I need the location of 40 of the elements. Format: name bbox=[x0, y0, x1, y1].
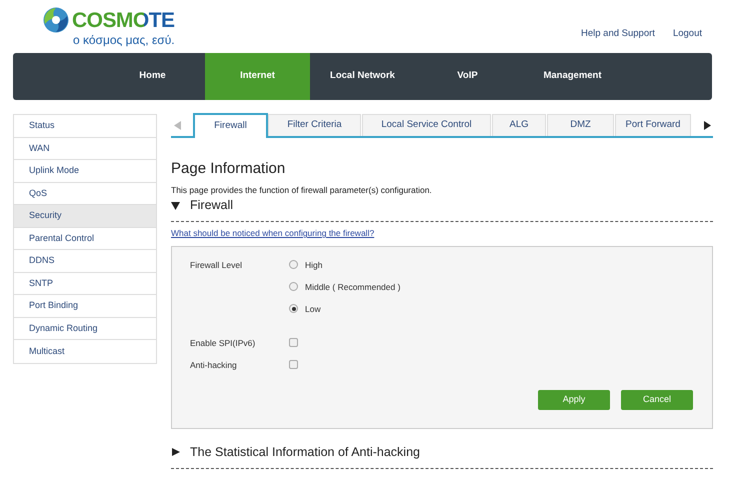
sidebar-item[interactable]: Dynamic Routing bbox=[14, 318, 156, 340]
nav-tab[interactable]: Management bbox=[520, 53, 625, 100]
sidebar-item[interactable]: WAN bbox=[14, 138, 156, 160]
tab[interactable]: Filter Criteria bbox=[268, 114, 361, 136]
radio-label: Middle ( Recommended ) bbox=[305, 280, 400, 293]
sidebar-item[interactable]: Parental Control bbox=[14, 228, 156, 250]
field-label: Enable SPI(IPv6) bbox=[190, 336, 256, 349]
tab[interactable]: DMZ bbox=[547, 114, 614, 136]
tab-next-icon[interactable] bbox=[704, 120, 711, 130]
header-link[interactable]: Logout bbox=[672, 27, 702, 42]
tab[interactable]: Port Forward bbox=[615, 114, 691, 136]
checkbox[interactable] bbox=[289, 360, 298, 370]
field-label: Anti-hacking bbox=[190, 358, 238, 371]
collapse-caret-icon[interactable] bbox=[171, 202, 180, 210]
tab[interactable]: ALG bbox=[492, 114, 546, 136]
page-title: Page Information bbox=[171, 159, 286, 179]
radio-button[interactable] bbox=[289, 304, 298, 314]
radio-button[interactable] bbox=[289, 282, 298, 292]
tab[interactable]: Firewall bbox=[193, 113, 268, 138]
radio-button[interactable] bbox=[289, 260, 298, 270]
sidebar-item[interactable]: Security bbox=[14, 205, 156, 228]
section-title: Firewall bbox=[190, 197, 234, 214]
sidebar-item[interactable]: QoS bbox=[14, 182, 156, 205]
expand-caret-icon[interactable] bbox=[171, 448, 180, 456]
field-label: Firewall Level bbox=[190, 258, 243, 272]
section-title: The Statistical Information of Anti-hacking bbox=[190, 444, 420, 461]
checkbox[interactable] bbox=[289, 338, 298, 348]
logo-text: COSMOTE bbox=[72, 10, 174, 30]
help-link[interactable]: What should be noticed when configuring the firewall? bbox=[171, 227, 374, 240]
nav-tab[interactable]: Local Network bbox=[310, 53, 415, 100]
radio-label: Low bbox=[305, 302, 321, 315]
page-description: This page provides the function of firewall parameter(s) configuration. bbox=[171, 184, 433, 196]
nav-tab[interactable]: Home bbox=[100, 53, 205, 100]
tab[interactable]: Local Service Control bbox=[362, 114, 491, 136]
tagline: ο κόσμος μας, εσύ. bbox=[73, 33, 175, 48]
nav-tab[interactable]: VoIP bbox=[415, 53, 520, 100]
radio-label: High bbox=[305, 258, 322, 271]
header-link[interactable]: Help and Support bbox=[580, 27, 655, 42]
logo-icon bbox=[43, 7, 69, 33]
sidebar-item[interactable]: SNTP bbox=[14, 272, 156, 295]
